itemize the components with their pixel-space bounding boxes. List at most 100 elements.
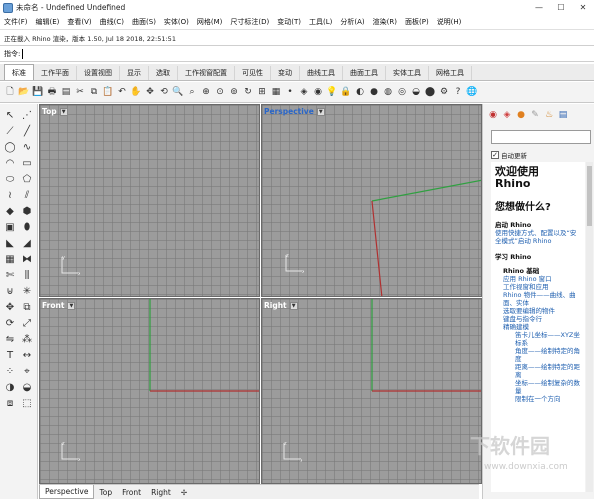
zoom-window-icon[interactable]: ⌕: [186, 86, 198, 98]
basics-link[interactable]: 键盘与指令行: [503, 315, 581, 323]
menu-file[interactable]: 文件(F): [4, 17, 28, 27]
point-icon[interactable]: •: [284, 86, 296, 98]
menu-curve[interactable]: 曲线(C): [100, 17, 124, 27]
move-object-icon[interactable]: ✥: [3, 300, 17, 314]
open-folder-icon[interactable]: 📂: [18, 86, 30, 98]
help-panel-icon[interactable]: ▤: [557, 109, 569, 121]
viewport-top[interactable]: Top ▼ yx: [39, 104, 260, 297]
fillet-icon[interactable]: ◣: [3, 236, 17, 250]
basics-link[interactable]: 精确建模: [503, 323, 581, 331]
globe-icon[interactable]: 🌐: [466, 86, 478, 98]
lights-panel-icon[interactable]: ♨: [543, 109, 555, 121]
block-icon[interactable]: ⬚: [20, 396, 34, 410]
checkbox-icon[interactable]: ✓: [491, 151, 499, 159]
viewport-front[interactable]: Front ▼ zx: [39, 298, 260, 484]
basics-link[interactable]: 选取要编辑的物件: [503, 307, 581, 315]
cut-icon[interactable]: ✂: [74, 86, 86, 98]
viewport-top-title[interactable]: Top ▼: [42, 107, 68, 116]
rectangle-icon[interactable]: ▭: [20, 156, 34, 170]
tab-select[interactable]: 选取: [149, 66, 178, 80]
viewport-right[interactable]: Right ▼ zy: [261, 298, 482, 484]
select-points-icon[interactable]: ⋰: [20, 108, 34, 122]
new-file-icon[interactable]: 🗋: [4, 86, 16, 98]
zoom-all-icon[interactable]: ⊚: [228, 86, 240, 98]
viewport-tab-perspective[interactable]: Perspective: [39, 485, 95, 499]
basics-link[interactable]: Rhino 物件——曲线、曲面、实体: [503, 291, 581, 307]
tab-transform[interactable]: 变动: [271, 66, 300, 80]
viewport-tab-top[interactable]: Top: [94, 485, 117, 499]
rotate-icon[interactable]: ↻: [242, 86, 254, 98]
tab-visibility[interactable]: 可见性: [235, 66, 271, 80]
viewport-tab-front[interactable]: Front: [117, 485, 146, 499]
tab-standard[interactable]: 标准: [4, 64, 34, 80]
lock-icon[interactable]: 🔒: [340, 86, 352, 98]
tab-curve-tools[interactable]: 曲线工具: [300, 66, 343, 80]
curve-icon[interactable]: ∿: [20, 140, 34, 154]
menu-help[interactable]: 说明(H): [437, 17, 462, 27]
explode-icon[interactable]: ✳: [20, 284, 34, 298]
basics-link[interactable]: 应用 Rhino 窗口: [503, 275, 581, 283]
menu-render[interactable]: 渲染(R): [373, 17, 397, 27]
basics-link[interactable]: 工作视窗和应用: [503, 283, 581, 291]
menu-panels[interactable]: 面板(P): [405, 17, 429, 27]
materials-panel-icon[interactable]: ✎: [529, 109, 541, 121]
box-icon[interactable]: ▣: [3, 220, 17, 234]
mesh-icon[interactable]: ▦: [3, 252, 17, 266]
arc-icon[interactable]: ◠: [3, 156, 17, 170]
layer-icon[interactable]: ◈: [298, 86, 310, 98]
zoom-extents-icon[interactable]: ⊕: [200, 86, 212, 98]
chevron-down-icon[interactable]: ▼: [59, 107, 68, 116]
hide-icon[interactable]: ◑: [3, 380, 17, 394]
mirror-icon[interactable]: ⇋: [3, 332, 17, 346]
tab-set-view[interactable]: 设置视图: [77, 66, 120, 80]
tab-cplanes[interactable]: 工作平面: [34, 66, 77, 80]
undo-icon[interactable]: ↶: [116, 86, 128, 98]
viewport-perspective[interactable]: Perspective ▼ zx: [261, 104, 482, 297]
menu-solid[interactable]: 实体(O): [164, 17, 189, 27]
color-wheel-icon[interactable]: ◉: [312, 86, 324, 98]
menu-dimension[interactable]: 尺寸标注(D): [230, 17, 269, 27]
scrollbar-thumb[interactable]: [587, 166, 592, 226]
precise-link[interactable]: 坐标——绘制复杂的数量: [515, 379, 581, 395]
tab-mesh-tools[interactable]: 网格工具: [429, 66, 472, 80]
help-icon[interactable]: ?: [452, 86, 464, 98]
light-bulb-icon[interactable]: 💡: [326, 86, 338, 98]
chamfer-icon[interactable]: ◢: [20, 236, 34, 250]
print-icon[interactable]: 🖶: [46, 86, 58, 98]
tab-surface-tools[interactable]: 曲面工具: [343, 66, 386, 80]
menu-edit[interactable]: 编辑(E): [36, 17, 60, 27]
menu-transform[interactable]: 变动(T): [277, 17, 301, 27]
precise-link[interactable]: 距离——绘制特定的距离: [515, 363, 581, 379]
sphere-icon[interactable]: ⬤: [424, 86, 436, 98]
select-arrow-icon[interactable]: ↖: [3, 108, 17, 122]
zoom-icon[interactable]: 🔍: [172, 86, 184, 98]
menu-mesh[interactable]: 网格(M): [197, 17, 223, 27]
group-icon[interactable]: ⧈: [3, 396, 17, 410]
add-viewport-tab-icon[interactable]: ✢: [176, 485, 192, 499]
menu-surface[interactable]: 曲面(S): [132, 17, 156, 27]
panel-search-box[interactable]: [491, 130, 591, 144]
split-icon[interactable]: ⫼: [20, 268, 34, 282]
dimension-icon[interactable]: ↔: [20, 348, 34, 362]
auto-update-checkbox[interactable]: ✓ 自动更新: [491, 150, 527, 160]
precise-link[interactable]: 角度——绘制特定的角度: [515, 347, 581, 363]
copy-object-icon[interactable]: ⧉: [20, 300, 34, 314]
tab-viewport-layout[interactable]: 工作视窗配置: [178, 66, 235, 80]
text-icon[interactable]: T: [3, 348, 17, 362]
circle-icon[interactable]: ◯: [3, 140, 17, 154]
close-button[interactable]: ✕: [572, 0, 594, 15]
boolean-union-icon[interactable]: ⊎: [3, 284, 17, 298]
minimize-button[interactable]: —: [528, 0, 550, 15]
four-view-icon[interactable]: ⊞: [256, 86, 268, 98]
render-panel-icon[interactable]: ●: [515, 109, 527, 121]
cylinder-icon[interactable]: ⬮: [20, 220, 34, 234]
offset-icon[interactable]: ⫽: [20, 188, 34, 202]
rotate-object-icon[interactable]: ⟳: [3, 316, 17, 330]
copy-icon[interactable]: ⧉: [88, 86, 100, 98]
precise-link[interactable]: 笛卡儿坐标——XYZ坐标系: [515, 331, 581, 347]
pan-hand-icon[interactable]: ✋: [130, 86, 142, 98]
cplane-icon[interactable]: ▦: [270, 86, 282, 98]
options-icon[interactable]: ⚙: [438, 86, 450, 98]
ellipse-icon[interactable]: ⬭: [3, 172, 17, 186]
maximize-button[interactable]: ☐: [550, 0, 572, 15]
